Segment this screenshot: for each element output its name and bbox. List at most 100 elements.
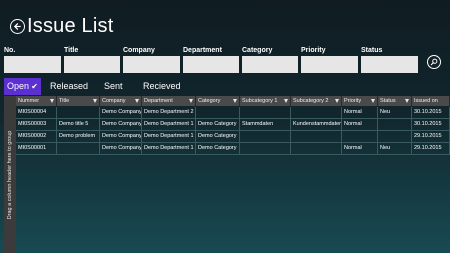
grid-header: Nummer Title Company Department Category… [16,96,450,106]
back-button[interactable] [10,19,25,34]
cell-issued-on: 29.10.2015 [412,131,450,143]
filter-label-no: No. [4,47,16,54]
tab-open-label: Open [7,81,30,91]
column-header-status[interactable]: Status [378,96,412,106]
page-title: Issue List [27,15,114,37]
cell-subcategory-1 [240,131,291,143]
cell-issued-on: 30.10.2015 [412,107,450,119]
filter-department-input[interactable] [183,56,239,73]
filter-label-department: Department [183,47,222,54]
tab-open[interactable]: Open ✔ [4,78,41,95]
cell-nummer: MI0S00001 [16,143,57,155]
filter-icon[interactable] [233,99,237,103]
column-header-label: Company [102,98,126,104]
cell-priority: Normal [342,143,378,155]
filter-label-title: Title [64,47,79,54]
filter-category-input[interactable] [242,56,298,73]
cell-title: Demo title 5 [57,119,100,131]
cell-company: Demo Company [100,107,142,119]
cell-subcategory-2: Kundenstammdaten [291,119,342,131]
filter-label-priority: Priority [301,47,326,54]
cell-subcategory-1 [240,107,291,119]
cell-subcategory-2 [291,107,342,119]
cell-title [57,143,100,155]
column-header-label: Status [380,98,396,104]
cell-status: Neu [378,143,412,155]
cell-status [378,119,412,131]
cell-category: Demo Category [196,143,240,155]
cell-issued-on: 30.10.2015 [412,119,450,131]
cell-department: Demo Department 1 [142,131,196,143]
cell-department: Demo Department 2 [142,107,196,119]
cell-subcategory-1 [240,143,291,155]
column-header-subcategory-2[interactable]: Subcategory 2 [291,96,342,106]
cell-status [378,131,412,143]
filter-icon[interactable] [371,99,375,103]
filter-icon[interactable] [189,99,193,103]
tab-recieved[interactable]: Recieved [143,78,181,95]
column-header-nummer[interactable]: Nummer [16,96,57,106]
filter-icon[interactable] [50,99,54,103]
cell-subcategory-2 [291,131,342,143]
filter-no-input[interactable] [4,56,61,73]
cell-title [57,107,100,119]
search-button[interactable] [427,55,441,69]
filter-icon[interactable] [284,99,288,103]
cell-priority [342,131,378,143]
cell-issued-on: 29.10.2015 [412,143,450,155]
tab-sent[interactable]: Sent [104,78,123,95]
column-header-label: Department [144,98,173,104]
cell-nummer: MI0S00002 [16,131,57,143]
filter-company-input[interactable] [123,56,180,73]
filter-icon[interactable] [335,99,339,103]
group-hint-text: Drag a column header here to group [7,130,13,219]
search-icon [430,58,438,66]
filter-icon[interactable] [135,99,139,103]
cell-nummer: MI0S00004 [16,107,57,119]
table-row[interactable]: MI0S00002 Demo problem Demo Company Demo… [16,131,450,143]
cell-department: Demo Department 1 [142,119,196,131]
cell-priority: Normal [342,119,378,131]
column-header-label: Nummer [18,98,40,104]
table-row[interactable]: MI0S00001 Demo Company Demo Department 1… [16,143,450,155]
checkmark-icon: ✔ [31,82,38,91]
column-header-issued-on[interactable]: Issued on [412,96,450,106]
cell-department: Demo Department 1 [142,143,196,155]
filter-priority-input[interactable] [301,56,358,73]
table-row[interactable]: MI0S00004 Demo Company Demo Department 2… [16,107,450,119]
filter-icon[interactable] [405,99,409,103]
cell-title: Demo problem [57,131,100,143]
column-header-label: Priority [344,98,362,104]
filter-icon[interactable] [93,99,97,103]
column-header-label: Category [198,98,221,104]
column-header-department[interactable]: Department [142,96,196,106]
column-header-label: Title [59,98,70,104]
column-header-category[interactable]: Category [196,96,240,106]
column-header-priority[interactable]: Priority [342,96,378,106]
column-header-title[interactable]: Title [57,96,100,106]
cell-subcategory-2 [291,143,342,155]
column-header-label: Subcategory 1 [242,98,278,104]
cell-category [196,107,240,119]
cell-company: Demo Company [100,143,142,155]
cell-category: Demo Category [196,119,240,131]
column-header-label: Issued on [414,98,438,104]
table-row[interactable]: MI0S00003 Demo title 5 Demo Company Demo… [16,119,450,131]
cell-priority: Normal [342,107,378,119]
filter-label-category: Category [242,47,273,54]
group-by-panel[interactable]: Drag a column header here to group [4,96,16,253]
back-arrow-icon [13,23,21,30]
cell-status: Neu [378,107,412,119]
tab-released[interactable]: Released [50,78,88,95]
filter-label-status: Status [361,47,383,54]
cell-company: Demo Company [100,131,142,143]
cell-nummer: MI0S00003 [16,119,57,131]
filter-status-input[interactable] [361,56,418,73]
cell-company: Demo Company [100,119,142,131]
filter-title-input[interactable] [64,56,120,73]
column-header-label: Subcategory 2 [293,98,329,104]
column-header-subcategory-1[interactable]: Subcategory 1 [240,96,291,106]
filter-label-company: Company [123,47,155,54]
cell-category: Demo Category [196,131,240,143]
column-header-company[interactable]: Company [100,96,142,106]
